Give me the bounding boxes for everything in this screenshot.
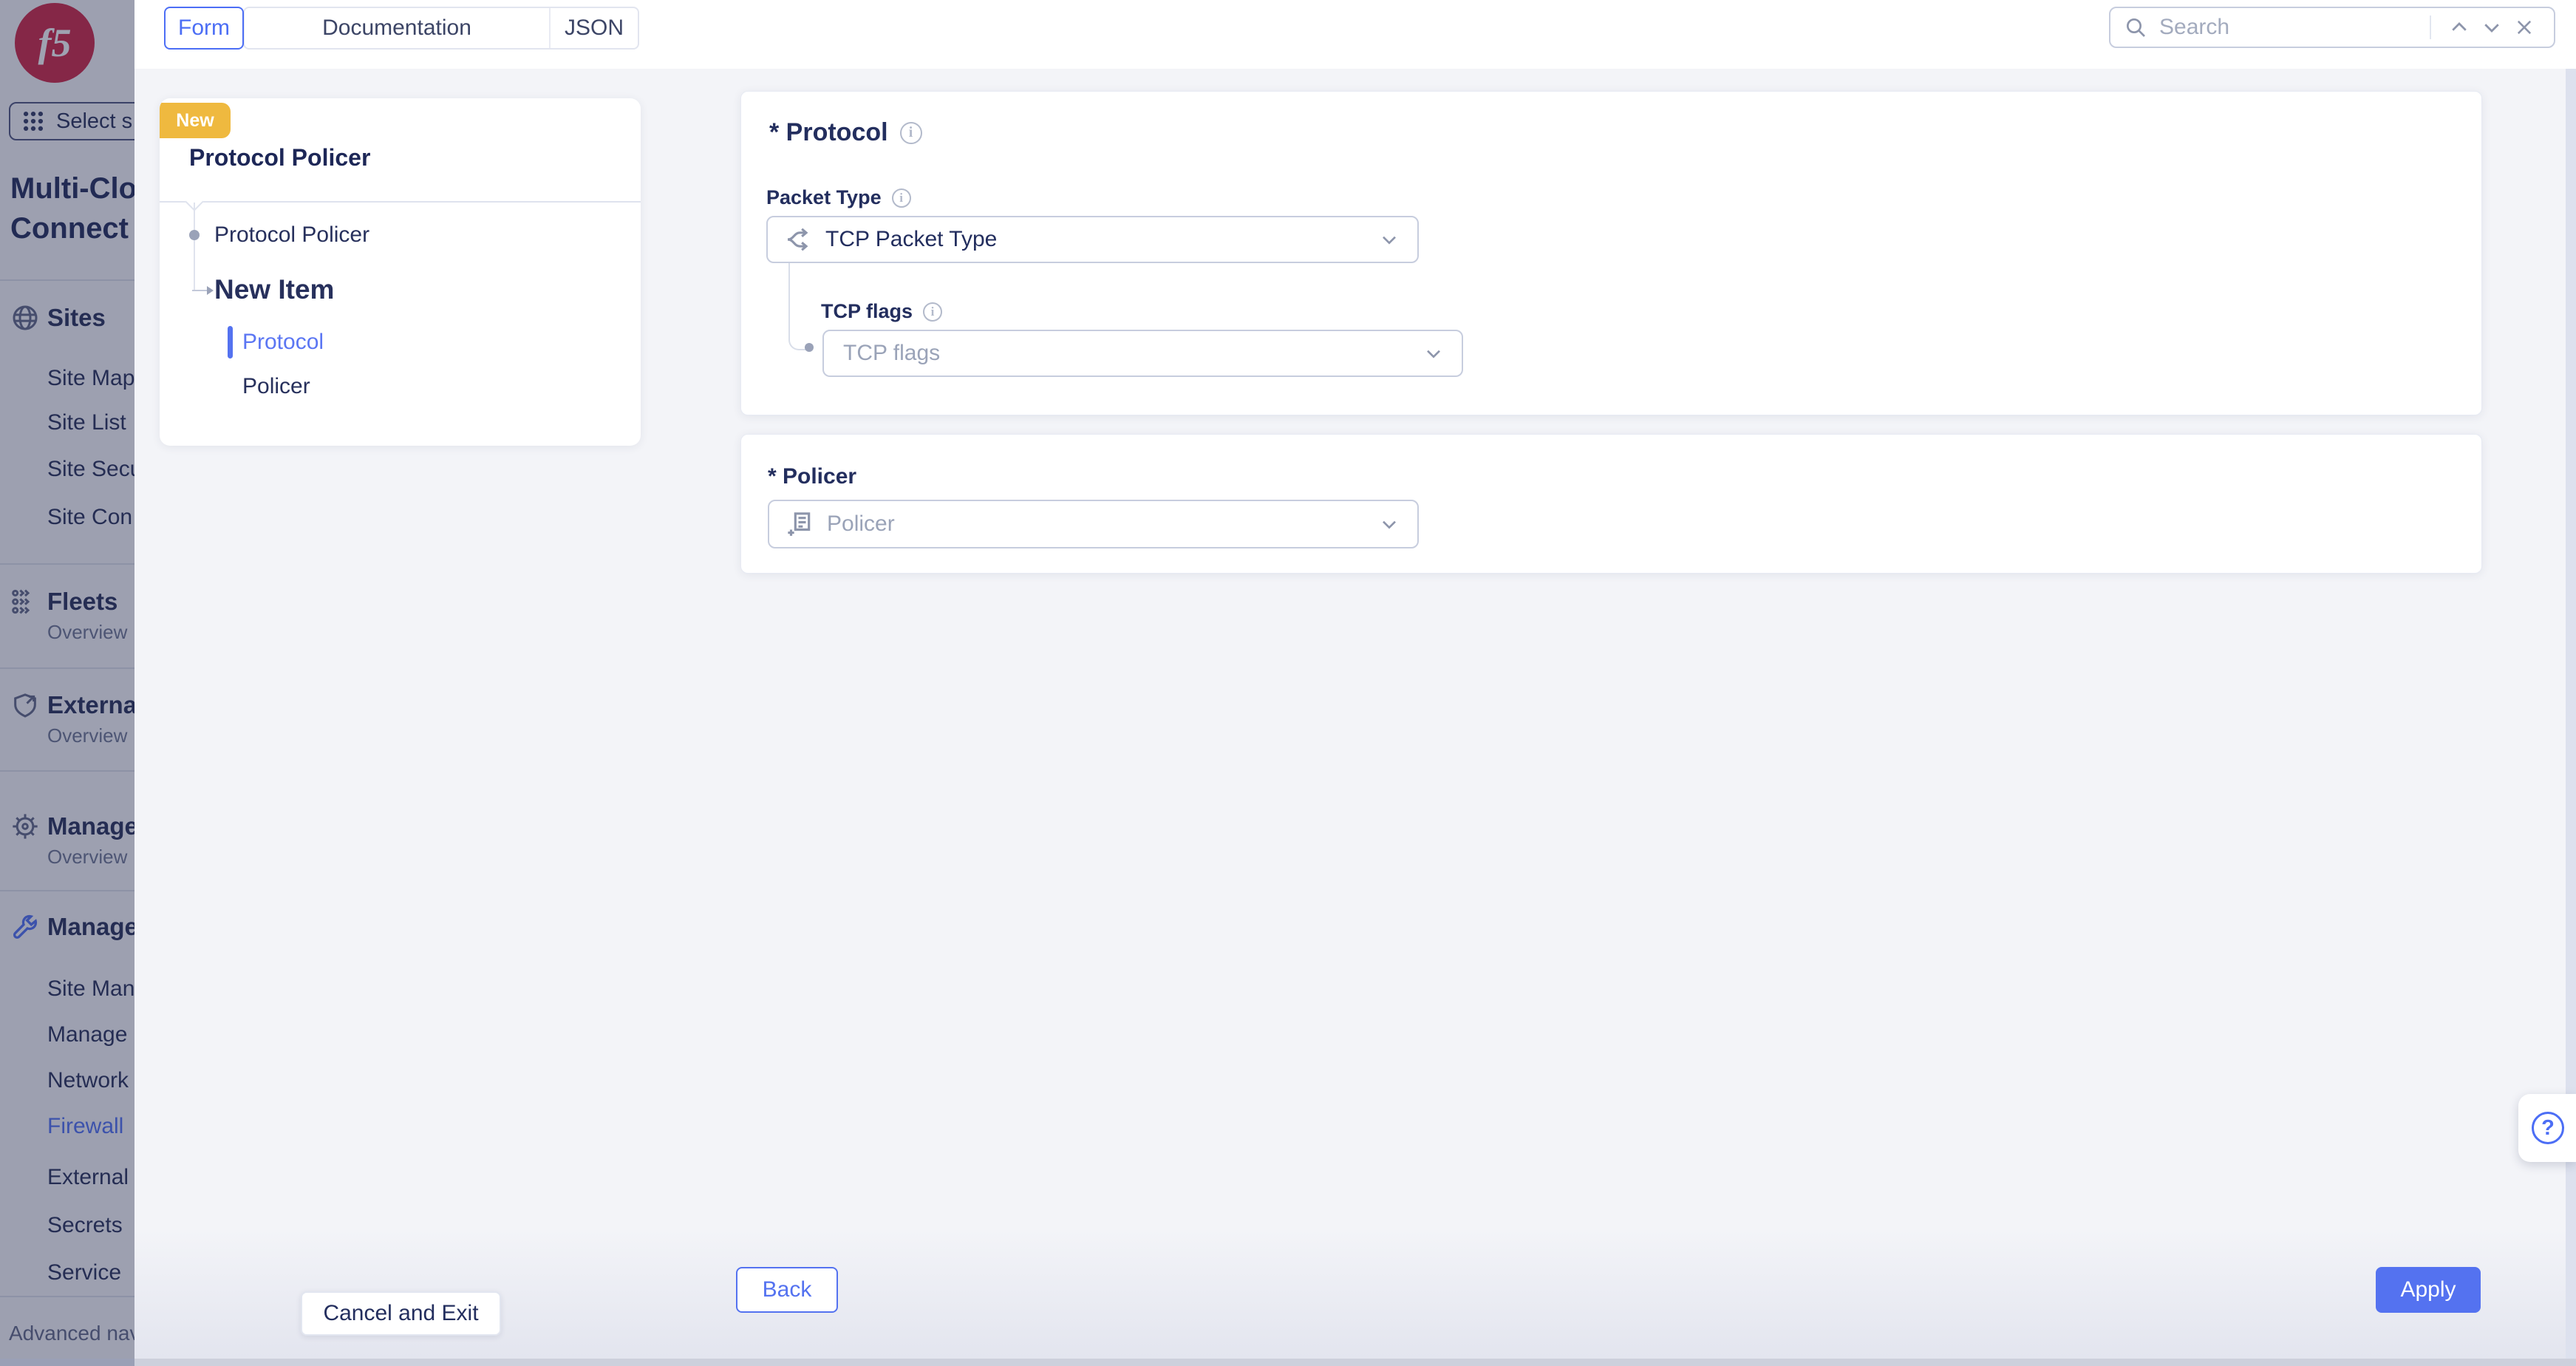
cancel-and-exit-button[interactable]: Cancel and Exit: [301, 1291, 501, 1336]
tcp-flags-select[interactable]: TCP flags: [822, 330, 1463, 377]
help-button[interactable]: ?: [2518, 1094, 2576, 1162]
info-icon[interactable]: i: [900, 122, 922, 144]
chevron-down-icon: [1377, 228, 1401, 251]
divider: [160, 201, 641, 203]
policer-placeholder: Policer: [827, 512, 895, 537]
nested-field-connector: [788, 263, 809, 350]
tree-item-protocol-policer[interactable]: Protocol Policer: [214, 217, 369, 254]
new-badge: New: [160, 103, 231, 138]
chevron-up-icon: [2448, 16, 2470, 38]
screen: f5 Select s Multi-Clou Connect: [0, 0, 2576, 1366]
packet-type-select[interactable]: TCP Packet Type: [766, 216, 1419, 263]
chevron-down-icon: [2481, 16, 2503, 38]
packet-type-value: TCP Packet Type: [825, 227, 997, 252]
wizard-title: Protocol Policer: [189, 144, 370, 171]
left-nav-sidebar: f5 Select s Multi-Clou Connect: [0, 0, 134, 1366]
question-mark-icon: ?: [2532, 1112, 2564, 1144]
apply-button[interactable]: Apply: [2376, 1267, 2481, 1313]
sidebar-bottom-scrollbar[interactable]: [0, 1359, 134, 1366]
protocol-section-card: * Protocol i Packet Type i TCP Packet Ty…: [740, 91, 2482, 415]
tree-active-indicator: [228, 326, 233, 359]
tab-form[interactable]: Form: [164, 7, 244, 50]
modal-header: Form Documentation JSON: [134, 0, 2576, 69]
back-button[interactable]: Back: [736, 1267, 838, 1313]
tab-group: Documentation JSON: [243, 7, 639, 50]
horizontal-scrollbar[interactable]: [134, 1359, 2576, 1366]
tree-item-protocol[interactable]: Protocol: [242, 323, 324, 361]
info-icon[interactable]: i: [923, 302, 942, 322]
modal-dim-overlay: [0, 0, 134, 1366]
search-input[interactable]: [2158, 14, 2418, 41]
nested-field-dot: [805, 343, 814, 352]
branch-icon: [784, 225, 814, 254]
search-bar: [2109, 7, 2555, 48]
tcp-flags-placeholder: TCP flags: [843, 341, 940, 366]
close-icon: [2514, 17, 2535, 38]
tree-node-dot: [189, 230, 200, 240]
search-next-button[interactable]: [2476, 11, 2508, 44]
search-prev-button[interactable]: [2443, 11, 2476, 44]
tcp-flags-label: TCP flags i: [821, 300, 942, 323]
divider: [2430, 16, 2431, 39]
chevron-down-icon: [1422, 342, 1445, 365]
policer-select[interactable]: Policer: [768, 500, 1419, 548]
protocol-section-heading: * Protocol i: [769, 118, 922, 147]
policer-section-card: * Policer Policer: [740, 434, 2482, 574]
info-icon[interactable]: i: [892, 188, 911, 208]
wizard-tree-card: New Protocol Policer Protocol Policer Ne…: [160, 98, 641, 446]
search-close-button[interactable]: [2508, 11, 2541, 44]
tab-documentation[interactable]: Documentation: [245, 8, 549, 48]
modal-panel: Form Documentation JSON: [134, 0, 2576, 1366]
vertical-scrollbar[interactable]: [2566, 69, 2576, 1366]
tree-branch-arrow-icon: [192, 283, 217, 302]
tab-json[interactable]: JSON: [549, 8, 638, 48]
tree-item-policer[interactable]: Policer: [242, 367, 310, 406]
tree-connector-line: [194, 203, 195, 290]
policer-list-icon: [786, 509, 815, 539]
packet-type-label: Packet Type i: [766, 186, 911, 209]
chevron-down-icon: [1377, 512, 1401, 536]
search-icon: [2124, 16, 2147, 39]
policer-section-heading: * Policer: [768, 464, 856, 489]
tree-item-new-item[interactable]: New Item: [214, 270, 334, 310]
